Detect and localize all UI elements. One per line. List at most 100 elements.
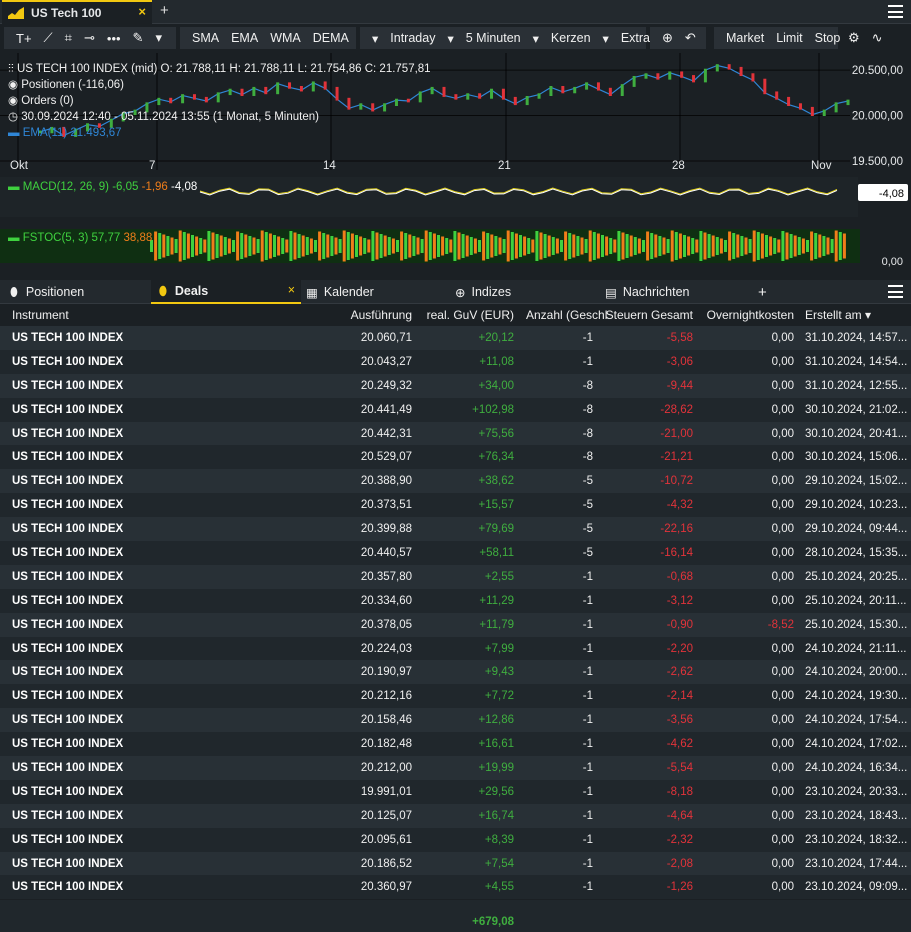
legend-positions[interactable]: Positionen (-116,06): [21, 79, 124, 91]
market-order-button[interactable]: Market: [720, 31, 770, 45]
stoch-bar: [703, 232, 707, 260]
stoch-bar: [350, 233, 354, 259]
chevron-down-icon[interactable]: ▾: [441, 31, 459, 46]
cell-overnight: -8,52: [767, 618, 794, 631]
sma-button[interactable]: SMA: [186, 31, 225, 45]
settings-icon[interactable]: ⚙: [842, 30, 866, 46]
timeframe-controls: ▾ Intraday ▾ 5 Minuten ▾ Kerzen ▾ Extras: [360, 27, 656, 49]
col-anzahl[interactable]: Anzahl (Geschl: [526, 308, 607, 322]
table-row[interactable]: US TECH 100 INDEX 20.060,71 +20,12 -1 -5,58 0…: [0, 326, 911, 350]
pulse-icon[interactable]: ∿: [866, 30, 889, 46]
col-ausfuehrung[interactable]: Ausführung: [351, 308, 412, 322]
table-row[interactable]: US TECH 100 INDEX 20.095,61 +8,39 -1 -2,32 0,…: [0, 827, 911, 852]
table-row[interactable]: US TECH 100 INDEX 20.442,31 +75,56 -8 -21,00…: [0, 421, 911, 446]
cell-erstellt: 29.10.2024, 10:23...: [805, 499, 908, 512]
chevron-down-icon[interactable]: ▾: [527, 31, 545, 46]
menu-icon[interactable]: [888, 285, 903, 298]
table-row[interactable]: US TECH 100 INDEX 20.399,88 +79,69 -5 -22,16…: [0, 517, 911, 542]
table-row[interactable]: US TECH 100 INDEX 20.388,90 +38,62 -5 -10,72…: [0, 469, 911, 494]
table-row[interactable]: US TECH 100 INDEX 20.158,46 +12,86 -1 -3,56 0…: [0, 708, 911, 733]
table-row[interactable]: US TECH 100 INDEX 20.360,97 +4,55 -1 -1,26 0,…: [0, 875, 911, 900]
tab-us-tech-100[interactable]: US Tech 100 ×: [2, 0, 152, 24]
cell-overnight: 0,00: [771, 523, 794, 536]
close-icon[interactable]: ×: [138, 4, 146, 19]
table-row[interactable]: US TECH 100 INDEX 20.190,97 +9,43 -1 -2,62 0,…: [0, 660, 911, 685]
cell-ausfuehrung: 20.212,00: [360, 762, 412, 775]
stoch-bar: [166, 236, 170, 256]
cell-ausfuehrung: 20.441,49: [360, 403, 412, 416]
chart-type-select[interactable]: Kerzen: [545, 31, 597, 45]
table-row[interactable]: US TECH 100 INDEX 20.249,32 +34,00 -8 -9,44 0…: [0, 373, 911, 398]
table-header: Instrument Ausführung real. GuV (EUR) An…: [0, 305, 911, 325]
chevron-down-icon[interactable]: ▾: [366, 31, 384, 46]
hline-tool-icon[interactable]: ⊸: [78, 30, 101, 46]
cell-overnight: 0,00: [771, 355, 794, 368]
legend-ema[interactable]: EMA(11) 21.493,67: [23, 127, 122, 139]
add-panel-button[interactable]: +: [758, 280, 778, 304]
wma-button[interactable]: WMA: [264, 31, 307, 45]
tab-indizes[interactable]: ⊕ Indizes: [455, 280, 595, 304]
table-row[interactable]: US TECH 100 INDEX 20.186,52 +7,54 -1 -2,08 0,…: [0, 851, 911, 876]
chevron-down-icon[interactable]: ▾: [597, 31, 615, 46]
line-tool-icon[interactable]: ⟋: [38, 30, 59, 46]
cell-anzahl: -8: [582, 403, 593, 416]
table-row[interactable]: US TECH 100 INDEX 20.357,80 +2,55 -1 -0,68 0,…: [0, 564, 911, 589]
table-row[interactable]: US TECH 100 INDEX 20.043,27 +11,08 -1 -3,06 0…: [0, 349, 911, 374]
cell-ausfuehrung: 20.360,97: [360, 881, 412, 894]
dotted-line-icon[interactable]: •••: [101, 31, 127, 46]
stoch-bar: [580, 237, 584, 255]
cell-erstellt: 24.10.2024, 16:34...: [805, 762, 908, 775]
table-row[interactable]: US TECH 100 INDEX 20.182,48 +16,61 -1 -4,62 0…: [0, 732, 911, 757]
cell-anzahl: -1: [582, 594, 593, 607]
cell-ausfuehrung: 20.529,07: [360, 451, 412, 464]
limit-order-button[interactable]: Limit: [770, 31, 808, 45]
tab-nachrichten[interactable]: ▤ Nachrichten: [605, 280, 745, 304]
dema-button[interactable]: DEMA: [307, 31, 355, 45]
table-row[interactable]: US TECH 100 INDEX 20.125,07 +16,74 -1 -4,64 0…: [0, 803, 911, 828]
cell-ausfuehrung: 20.060,71: [360, 332, 412, 344]
table-row[interactable]: US TECH 100 INDEX 19.991,01 +29,56 -1 -8,18 0…: [0, 779, 911, 804]
add-tab-button[interactable]: +: [160, 2, 169, 19]
text-tool-icon[interactable]: T+: [10, 31, 38, 46]
col-instrument[interactable]: Instrument: [12, 308, 69, 322]
table-row[interactable]: US TECH 100 INDEX 20.529,07 +76,34 -8 -21,21…: [0, 445, 911, 470]
pen-tool-icon[interactable]: ✎: [127, 30, 150, 46]
interval-select[interactable]: Intraday: [384, 31, 441, 45]
cell-ausfuehrung: 20.440,57: [360, 547, 412, 560]
undo-icon[interactable]: ↶: [679, 30, 702, 46]
stoch-bar: [793, 235, 797, 257]
table-row[interactable]: US TECH 100 INDEX 20.224,03 +7,99 -1 -2,20 0,…: [0, 636, 911, 661]
stoch-bar: [691, 238, 695, 254]
chevron-down-icon[interactable]: ▾: [149, 30, 168, 46]
table-row[interactable]: US TECH 100 INDEX 20.441,49 +102,98 -8 -28,6…: [0, 397, 911, 422]
tab-deals[interactable]: ⬮ Deals ×: [151, 280, 301, 304]
table-row[interactable]: US TECH 100 INDEX 20.373,51 +15,57 -5 -4,32 0…: [0, 493, 911, 518]
col-erstellt[interactable]: Erstellt am ▾: [805, 308, 871, 322]
table-row[interactable]: US TECH 100 INDEX 20.334,60 +11,29 -1 -3,12 0…: [0, 588, 911, 613]
target-icon: ◉: [8, 79, 22, 91]
macd-legend[interactable]: ▬ MACD(12, 26, 9) -6,05 -1,96 -4,08: [8, 181, 197, 193]
col-steuern[interactable]: Steuern Gesamt: [606, 308, 693, 322]
table-row[interactable]: US TECH 100 INDEX 20.440,57 +58,11 -5 -16,14…: [0, 541, 911, 565]
menu-icon[interactable]: [888, 5, 903, 18]
calendar-icon: ▦: [306, 285, 318, 300]
stoch-bar: [806, 240, 809, 252]
col-guv[interactable]: real. GuV (EUR): [427, 308, 514, 322]
table-row[interactable]: US TECH 100 INDEX 20.212,16 +7,72 -1 -2,14 0,…: [0, 684, 911, 709]
tab-positionen[interactable]: ⬮ Positionen: [0, 280, 150, 304]
stoch-legend[interactable]: ▬ FSTOC(5, 3) 57,77 38,88: [8, 232, 152, 244]
fib-tool-icon[interactable]: ⌗: [59, 30, 78, 46]
stoch-bar: [785, 232, 789, 260]
tab-kalender[interactable]: ▦ Kalender: [306, 280, 446, 304]
legend-orders[interactable]: Orders (0): [21, 95, 73, 107]
cell-guv: +8,39: [484, 833, 514, 846]
stop-order-button[interactable]: Stop: [809, 31, 847, 45]
close-icon[interactable]: ×: [288, 283, 295, 297]
table-row[interactable]: US TECH 100 INDEX 20.212,00 +19,99 -1 -5,54 0…: [0, 756, 911, 780]
ema-button[interactable]: EMA: [225, 31, 264, 45]
zoom-icon[interactable]: ⊕: [656, 30, 679, 46]
col-overnight[interactable]: Overnightkosten: [707, 308, 794, 322]
timeframe-select[interactable]: 5 Minuten: [460, 31, 527, 45]
table-row[interactable]: US TECH 100 INDEX 20.378,05 +11,79 -1 -0,90 -…: [0, 612, 911, 637]
cell-anzahl: -1: [582, 642, 593, 655]
